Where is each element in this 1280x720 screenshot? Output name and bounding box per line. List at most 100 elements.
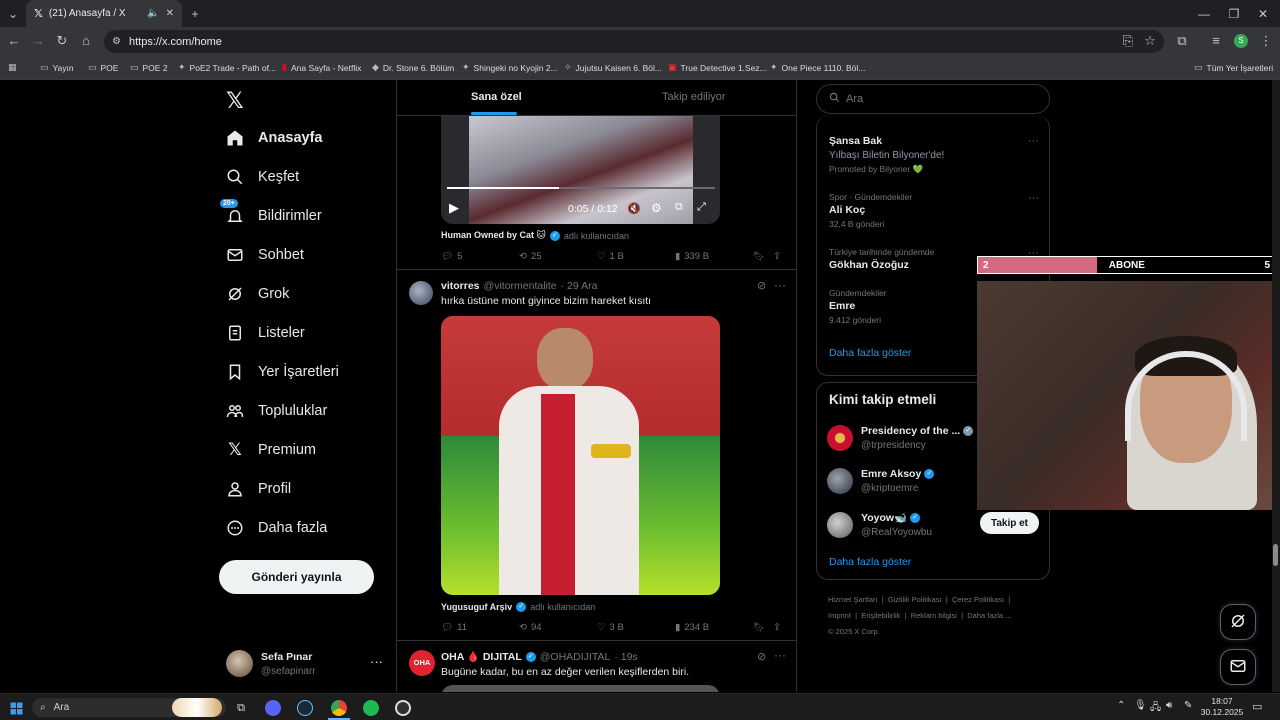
footer-link[interactable]: Çerez Politikası xyxy=(952,595,1004,604)
minimize-icon[interactable]: — xyxy=(1195,5,1213,23)
tweet-2[interactable]: vitorres @vitormentalite · 29 Ara ⊘ ··· … xyxy=(397,271,796,641)
back-icon[interactable]: ← xyxy=(6,33,22,48)
bookmark-link[interactable]: ✦ Shingeki no Kyojin 2... xyxy=(462,62,558,73)
microphone-icon[interactable]: 🎙︎ xyxy=(1134,700,1147,711)
footer-link[interactable]: Hizmet Şartları xyxy=(828,595,878,604)
video-source[interactable]: Human Owned by Cat 🐱 ✓ adlı kullanıcıdan xyxy=(441,230,629,241)
chrome-icon[interactable] xyxy=(330,699,348,717)
pip-icon[interactable]: ⧉ xyxy=(675,201,683,214)
obs-icon[interactable] xyxy=(394,699,412,717)
bookmark-folder[interactable]: ▭ POE 2 xyxy=(130,62,168,73)
post-button[interactable]: Gönderi yayınla xyxy=(219,560,374,594)
site-info-icon[interactable]: ⚙ xyxy=(112,36,121,47)
profile-avatar[interactable]: S xyxy=(1234,34,1248,48)
tab-for-you[interactable]: Sana özel xyxy=(471,91,522,103)
reload-icon[interactable]: ↻ xyxy=(54,33,70,49)
more-dots-icon[interactable]: ··· xyxy=(370,654,383,669)
pen-icon[interactable]: ✎ xyxy=(1184,700,1192,711)
tweet-date[interactable]: · 19s xyxy=(614,651,637,663)
nav-more[interactable]: Daha fazla xyxy=(226,515,327,541)
close-tab-icon[interactable]: ✕ xyxy=(166,8,174,19)
search-input[interactable]: Ara xyxy=(816,84,1050,114)
bookmark-folder[interactable]: ▭ Yayın xyxy=(40,62,74,73)
steam-icon[interactable] xyxy=(296,699,314,717)
notification-center-icon[interactable]: ▭ xyxy=(1252,700,1262,713)
tab-search-icon[interactable]: ⌄ xyxy=(4,5,22,23)
bookmark-button[interactable]: 🔖︎ xyxy=(753,251,765,262)
settings-gear-icon[interactable]: ⚙ xyxy=(651,201,662,215)
play-icon[interactable]: ▶ xyxy=(449,200,459,216)
footer-link[interactable]: Gizlilik Politikası xyxy=(888,595,942,604)
nav-home[interactable]: Anasayfa xyxy=(226,125,322,151)
tweet-video[interactable] xyxy=(441,316,720,595)
more-dots-icon[interactable]: ··· xyxy=(1028,135,1039,147)
scrollbar-thumb[interactable] xyxy=(1273,544,1278,566)
tweet-date[interactable]: · 29 Ara xyxy=(561,280,598,292)
like-button[interactable]: ♡ 3 B xyxy=(597,622,624,633)
video-source[interactable]: Yugusuguf Arşiv ✓ adlı kullanıcıdan xyxy=(441,602,595,612)
menu-icon[interactable]: ⋮ xyxy=(1258,33,1274,49)
speaker-icon[interactable]: 🔈 xyxy=(147,8,159,19)
repost-button[interactable]: ⟲ 94 xyxy=(519,622,542,633)
media-icon[interactable]: ≡ xyxy=(1208,33,1224,48)
nav-explore[interactable]: Keşfet xyxy=(226,164,299,190)
star-icon[interactable]: ☆ xyxy=(1142,33,1158,49)
reply-button[interactable]: 💬︎ 11 xyxy=(441,622,467,633)
follow-suggestion[interactable]: Presidency of the ... ✓ @trpresidency xyxy=(827,425,974,451)
author-handle[interactable]: @OHADIJITAL xyxy=(540,651,611,663)
video-progress-track[interactable] xyxy=(447,187,715,189)
bookmark-folder[interactable]: ▭ POE xyxy=(88,62,118,73)
footer-link[interactable]: Daha fazla ... xyxy=(967,611,1011,620)
share-button[interactable]: ⇪ xyxy=(773,622,781,633)
bookmark-link[interactable]: ▣ True Detective 1.Sez... xyxy=(668,62,767,73)
trend-item[interactable]: Spor · Gündemdekiler Ali Koç 32,4 B gönd… xyxy=(829,192,1039,229)
bookmark-link[interactable]: ✦ PoE2 Trade - Path of... xyxy=(178,62,276,73)
tray-chevron-icon[interactable]: ⌃ xyxy=(1117,700,1125,711)
footer-link[interactable]: Erişilebilirlik xyxy=(861,611,900,620)
more-dots-icon[interactable]: ··· xyxy=(1028,192,1039,204)
close-window-icon[interactable]: ✕ xyxy=(1254,5,1272,23)
tab-following[interactable]: Takip ediliyor xyxy=(662,91,726,103)
nav-lists[interactable]: Listeler xyxy=(226,320,305,346)
task-view-icon[interactable]: ⧉ xyxy=(232,699,250,717)
trend-item[interactable]: Şansa Bak Yılbaşı Biletin Bilyoner'de! P… xyxy=(829,135,1039,175)
install-app-icon[interactable]: ⎘ xyxy=(1120,33,1136,49)
x-logo-icon[interactable]: 𝕏 xyxy=(226,88,244,114)
repost-button[interactable]: ⟲ 25 xyxy=(519,251,542,262)
bookmark-link[interactable]: ◆ Dr. Stone 6. Bölüm xyxy=(372,62,454,73)
network-icon[interactable]: 🖧 xyxy=(1150,700,1161,717)
spotify-icon[interactable] xyxy=(362,699,380,717)
forward-icon[interactable]: → xyxy=(30,33,46,48)
nav-premium[interactable]: 𝕏 Premium xyxy=(226,437,316,463)
account-switcher[interactable]: Sefa Pınar @sefapinarr ··· xyxy=(226,650,386,680)
url-input[interactable]: ⚙ https://x.com/home xyxy=(104,30,1164,53)
share-button[interactable]: ⇪ xyxy=(773,251,781,262)
nav-notifications[interactable]: 20+ Bildirimler xyxy=(220,199,322,229)
mute-icon[interactable]: 🔇 xyxy=(627,202,641,215)
author-name[interactable]: OHA 🩸 DIJITAL xyxy=(441,650,522,663)
page-scrollbar[interactable] xyxy=(1272,80,1280,692)
home-browser-icon[interactable]: ⌂ xyxy=(78,33,94,48)
nav-grok[interactable]: Grok xyxy=(226,281,289,307)
all-bookmarks[interactable]: ▭ Tüm Yer İşaretleri xyxy=(1194,62,1273,73)
more-dots-icon[interactable]: ··· xyxy=(774,648,786,662)
footer-link[interactable]: Imprint xyxy=(828,611,851,620)
apps-icon[interactable]: ▦ xyxy=(8,62,17,73)
follow-suggestion[interactable]: Yoyow🐋 ✓ @RealYoyowbu xyxy=(827,511,932,538)
new-tab-button[interactable]: + xyxy=(186,5,204,23)
grok-icon[interactable]: ⊘ xyxy=(757,650,766,663)
more-dots-icon[interactable]: ··· xyxy=(774,278,786,292)
browser-tab[interactable]: 𝕏 (21) Anasayfa / X 🔈 ✕ xyxy=(26,0,182,27)
nav-bookmarks[interactable]: Yer İşaretleri xyxy=(226,359,339,385)
fullscreen-icon[interactable]: ⤢ xyxy=(697,201,706,214)
nav-profile[interactable]: Profil xyxy=(226,476,291,502)
bookmark-link[interactable]: ✦ One Piece 1110. Böl... xyxy=(770,62,865,73)
show-more-link[interactable]: Daha fazla göster xyxy=(829,556,911,568)
volume-icon[interactable]: 🔊︎ xyxy=(1166,700,1172,711)
bookmark-link[interactable]: ▮ Ana Sayfa - Netflix xyxy=(282,62,361,73)
avatar[interactable]: OHA xyxy=(409,650,435,676)
grok-fab[interactable] xyxy=(1220,604,1256,640)
author-name[interactable]: vitorres xyxy=(441,280,480,292)
messages-fab[interactable] xyxy=(1220,649,1256,685)
bookmark-button[interactable]: 🔖︎ xyxy=(753,622,765,633)
